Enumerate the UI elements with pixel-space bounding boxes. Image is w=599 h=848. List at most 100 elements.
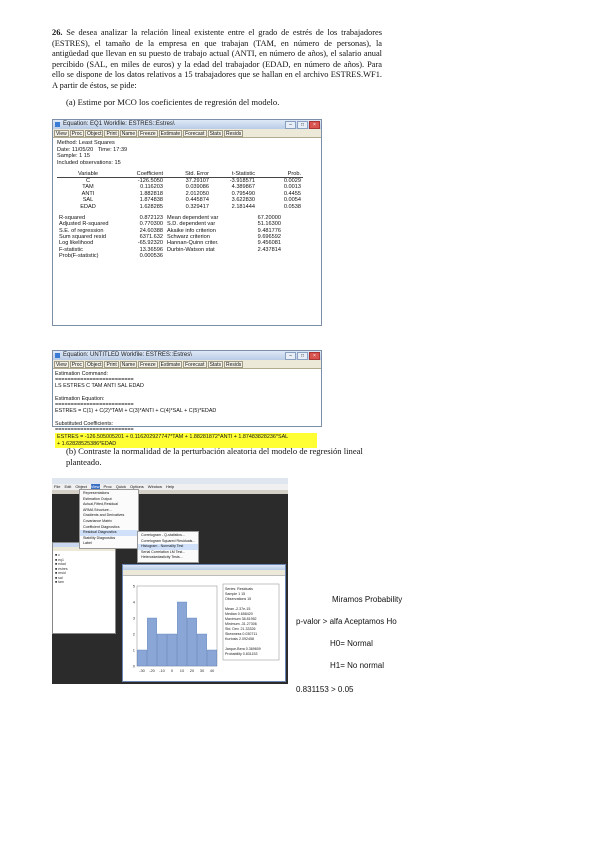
minimize-button[interactable]: – <box>285 352 296 360</box>
toolbar-name-button[interactable]: Name <box>119 360 138 368</box>
subquestion-a: (a) Estime por MCO los coeficientes de r… <box>66 97 280 107</box>
residual-diagnostics-submenu[interactable]: Correlogram - Q-statistics... Correlogram… <box>137 531 199 563</box>
note-line-4: H1= No normal <box>330 661 385 670</box>
toolbar-stats-button[interactable]: Stats <box>207 129 223 137</box>
table-cell: 0.0029 <box>283 177 301 184</box>
histogram-bar <box>197 633 207 667</box>
histogram-bar <box>177 601 187 667</box>
stats-box-line: Sample 1 15 <box>225 592 245 596</box>
histogram-bar <box>187 617 197 667</box>
toolbar-freeze-button[interactable]: Freeze <box>138 360 158 368</box>
close-button[interactable]: × <box>309 121 320 129</box>
residual-histogram: 0 1 2 3 4 5 -30 -20 -10 0 10 20 30 40 Series: Residual… <box>133 584 280 673</box>
toolbar-freeze-button[interactable]: Freeze <box>138 129 158 137</box>
toolbar-proc-button[interactable]: Proc <box>69 129 85 137</box>
column-header: Prob. <box>257 170 303 178</box>
toolbar-object-button[interactable]: Object <box>85 360 104 368</box>
maximize-button[interactable]: □ <box>297 352 308 360</box>
note-line-1: Miramos Probability <box>332 595 403 604</box>
subquestion-b: (b) Contraste la normalidad de la pertur… <box>66 446 363 467</box>
column-header: Std. Error <box>165 170 211 178</box>
column-header: t-Statistic <box>211 170 257 178</box>
stats-row: Prob(F-statistic) 0.000536 <box>57 253 283 259</box>
table-row: EDAD 1.628285 0.329417 2.181444 0.0538 <box>57 203 303 210</box>
toolbar-stats-button[interactable]: Stats <box>207 360 223 368</box>
close-button[interactable]: × <box>309 352 320 360</box>
stats-cell <box>165 253 241 259</box>
stats-cell <box>241 253 283 259</box>
toolbar-print-button[interactable]: Print <box>104 129 119 137</box>
stats-box-line: Jarque-Bera 0.369609 <box>225 647 261 651</box>
note-line-5: 0.831153 > 0.05 <box>296 685 354 694</box>
toolbar-proc-button[interactable]: Proc <box>69 360 85 368</box>
x-tick-label: -20 <box>149 668 156 673</box>
histogram-bar <box>157 633 167 667</box>
note-line-2: p-valor > alfa Aceptamos Ho <box>296 617 397 626</box>
toolbar-name-button[interactable]: Name <box>119 129 138 137</box>
question-paragraph: 26. Se desea analizar la relación lineal… <box>52 28 382 92</box>
toolbar-view-button[interactable]: View <box>54 129 69 137</box>
table-cell: -3.918571 <box>229 177 255 184</box>
menu-item-label[interactable]: Label <box>80 541 138 547</box>
window-titlebar[interactable]: Equation: UNTITLED Workfile: ESTRES::Est… <box>53 351 321 360</box>
x-tick-label: -30 <box>139 668 146 673</box>
header-line: Date: 11/05/20 Time: 17:39 <box>57 146 128 153</box>
stats-box-line: Series: Residuals <box>225 587 253 591</box>
toolbar-estimate-button[interactable]: Estimate <box>158 360 183 368</box>
toolbar-resids-button[interactable]: Resids <box>223 360 244 368</box>
stats-box-line: Skewness 0.030711 <box>225 632 257 636</box>
histogram-bar <box>207 649 217 667</box>
stats-cell: 0.000536 <box>139 253 163 260</box>
toolbar-resids-button[interactable]: Resids <box>223 129 244 137</box>
coefficient-table: Variable Coefficient Std. Error t-Statistic… <box>57 170 303 210</box>
view-dropdown-menu[interactable]: Representations Estimation Output Actual,F… <box>79 489 139 549</box>
header-line: Included observations: 15 <box>57 159 121 166</box>
y-tick-label: 2 <box>133 632 136 637</box>
stats-box-line: Mean -2.37e-15 <box>225 607 250 611</box>
table-row: C -126.5050 37.29107 -3.918571 0.0029 <box>57 177 303 184</box>
toolbar-forecast-button[interactable]: Forecast <box>183 360 207 368</box>
y-tick-label: 0 <box>133 664 136 669</box>
regression-stats-table: R-squared 0.872123 Mean dependent var 67.20… <box>57 215 283 260</box>
histogram-window[interactable]: 0 1 2 3 4 5 -30 -20 -10 0 10 20 30 40 Series: Residual… <box>122 564 286 682</box>
y-tick-label: 1 <box>133 648 136 653</box>
toolbar-estimate-button[interactable]: Estimate <box>158 129 183 137</box>
workfile-object-tam[interactable]: ■ tam <box>55 580 113 585</box>
workfile-window[interactable]: ■ c ■ eq1 ■ edad ■ estres ■ resid ■ sal … <box>52 542 116 634</box>
stats-cell: Prob(F-statistic) <box>59 253 99 260</box>
question-number: 26. <box>52 28 63 37</box>
table-cell: 1.628285 <box>139 203 163 210</box>
table-cell: 37.29107 <box>185 177 209 184</box>
x-tick-label: -10 <box>159 668 166 673</box>
toolbar-object-button[interactable]: Object <box>85 129 104 137</box>
window-titlebar[interactable]: Equation: EQ1 Workfile: ESTRES::Estres\ … <box>53 120 321 129</box>
header-line: Sample: 1 15 <box>57 153 90 160</box>
stats-box-line: Probability 0.831153 <box>225 652 258 656</box>
equation-output-window[interactable]: Equation: EQ1 Workfile: ESTRES::Estres\ … <box>52 119 322 326</box>
x-tick-label: 0 <box>171 668 174 673</box>
stats-box-line: Median 0.658420 <box>225 612 253 616</box>
submenu-item-heteroskedasticity-tests[interactable]: Heteroskedasticity Tests... <box>138 555 198 561</box>
y-tick-label: 4 <box>133 600 136 605</box>
x-tick-label: 20 <box>190 668 195 673</box>
toolbar-view-button[interactable]: View <box>54 360 69 368</box>
toolbar-print-button[interactable]: Print <box>104 360 119 368</box>
eviews-screenshot: File Edit Object View Proc Quick Options Window… <box>52 478 288 684</box>
maximize-button[interactable]: □ <box>297 121 308 129</box>
equation-toolbar: View Proc Object Print Name Freeze Estimate For… <box>53 129 321 138</box>
question-text: Se desea analizar la relación lineal exi… <box>52 28 383 90</box>
histogram-bar <box>167 633 177 667</box>
table-cell: 0.329417 <box>185 203 209 210</box>
x-tick-label: 30 <box>200 668 205 673</box>
y-tick-label: 3 <box>133 616 136 621</box>
table-cell: 0.0538 <box>283 203 301 210</box>
stats-box-line: Observations 15 <box>225 597 251 601</box>
minimize-button[interactable]: – <box>285 121 296 129</box>
estimation-header: Method: Least Squares Date: 11/05/20 Time… <box>57 140 321 166</box>
x-tick-label: 10 <box>180 668 185 673</box>
table-cell: 2.181444 <box>231 203 255 210</box>
y-tick-label: 5 <box>133 584 136 589</box>
toolbar-forecast-button[interactable]: Forecast <box>183 129 207 137</box>
table-cell: -126.5050 <box>137 177 163 184</box>
representations-window[interactable]: Equation: UNTITLED Workfile: ESTRES::Est… <box>52 350 322 449</box>
